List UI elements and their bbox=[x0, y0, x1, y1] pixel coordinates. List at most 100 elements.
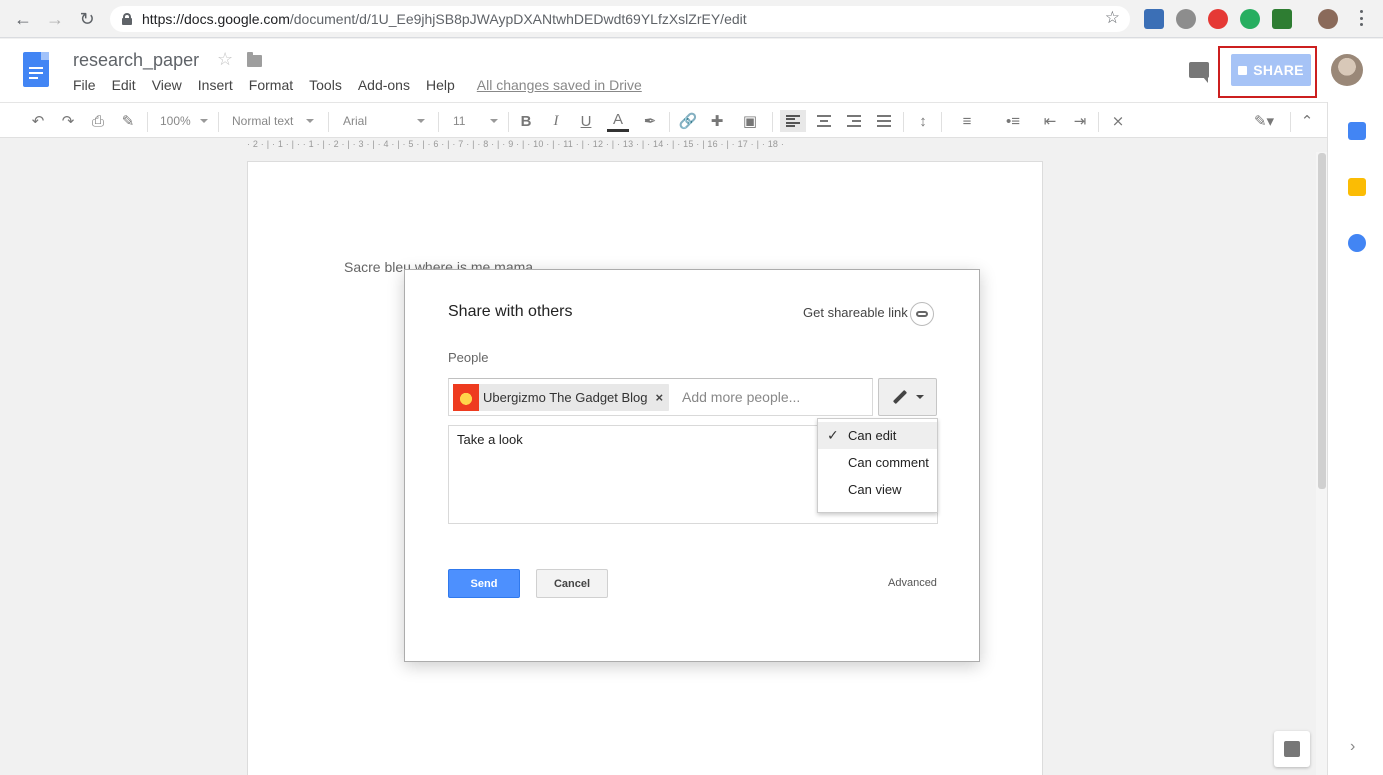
back-icon[interactable]: ← bbox=[12, 8, 34, 30]
url-host: https://docs.google.com bbox=[142, 11, 290, 27]
zoom-value: 100% bbox=[160, 114, 191, 128]
side-panel: › bbox=[1327, 102, 1383, 775]
undo-icon[interactable]: ↶ bbox=[28, 110, 48, 132]
align-right-button[interactable] bbox=[842, 110, 866, 132]
profile-avatar[interactable] bbox=[1318, 9, 1338, 29]
menu-bar: File Edit View Insert Format Tools Add-o… bbox=[73, 77, 658, 93]
bold-button[interactable]: B bbox=[516, 110, 536, 132]
italic-button[interactable]: I bbox=[546, 110, 566, 132]
print-icon[interactable]: ⎙ bbox=[88, 110, 108, 132]
check-icon: ✓ bbox=[827, 427, 839, 443]
increase-indent-icon[interactable]: ⇥ bbox=[1069, 110, 1091, 132]
menu-view[interactable]: View bbox=[152, 77, 182, 93]
send-button[interactable]: Send bbox=[448, 569, 520, 598]
people-label: People bbox=[448, 350, 489, 365]
explore-button[interactable] bbox=[1274, 731, 1310, 767]
tasks-icon[interactable] bbox=[1348, 234, 1366, 252]
clear-formatting-icon[interactable]: ⨯ bbox=[1107, 110, 1129, 132]
permission-can-view[interactable]: Can view bbox=[818, 476, 937, 503]
cancel-button[interactable]: Cancel bbox=[536, 569, 608, 598]
style-select[interactable]: Normal text bbox=[232, 111, 314, 131]
menu-edit[interactable]: Edit bbox=[112, 77, 136, 93]
menu-addons[interactable]: Add-ons bbox=[358, 77, 410, 93]
comments-icon[interactable] bbox=[1189, 62, 1209, 83]
redo-icon[interactable]: ↷ bbox=[58, 110, 78, 132]
numbered-list-icon[interactable]: ≡ bbox=[949, 110, 985, 132]
opera-extension-icon[interactable] bbox=[1208, 9, 1228, 29]
save-status[interactable]: All changes saved in Drive bbox=[477, 77, 642, 93]
link-icon[interactable] bbox=[910, 302, 934, 326]
toolbar-divider bbox=[328, 112, 329, 132]
justify-button[interactable] bbox=[872, 110, 896, 132]
people-input-field[interactable]: Ubergizmo The Gadget Blog × Add more peo… bbox=[448, 378, 873, 416]
keep-icon[interactable] bbox=[1348, 178, 1366, 196]
url-path: /document/d/1U_Ee9jhjSB8pJWAypDXANtwhDED… bbox=[289, 11, 747, 27]
browser-menu-icon[interactable] bbox=[1355, 8, 1367, 28]
font-size-select[interactable]: 11 bbox=[453, 111, 498, 131]
account-avatar[interactable] bbox=[1331, 54, 1363, 86]
chevron-down-icon bbox=[915, 395, 924, 399]
grammarly-extension-icon[interactable] bbox=[1240, 9, 1260, 29]
align-center-button[interactable] bbox=[812, 110, 836, 132]
line-spacing-icon[interactable]: ↕ bbox=[911, 110, 935, 132]
permission-menu: ✓ Can edit Can comment Can view bbox=[817, 418, 938, 513]
font-select[interactable]: Arial bbox=[343, 111, 425, 131]
menu-format[interactable]: Format bbox=[249, 77, 293, 93]
document-title[interactable]: research_paper bbox=[73, 50, 199, 71]
reload-icon[interactable]: ↻ bbox=[76, 8, 98, 30]
browser-toolbar: ← → ↻ https://docs.google.com/document/d… bbox=[0, 0, 1383, 38]
permission-dropdown-button[interactable] bbox=[878, 378, 937, 416]
calendar-icon[interactable] bbox=[1348, 122, 1366, 140]
highlight-color-icon[interactable]: ✒ bbox=[640, 110, 660, 132]
folder-icon[interactable] bbox=[247, 52, 262, 67]
decrease-indent-icon[interactable]: ⇤ bbox=[1039, 110, 1061, 132]
paint-format-icon[interactable]: ✎ bbox=[118, 110, 138, 132]
download-extension-icon[interactable] bbox=[1272, 9, 1292, 29]
remove-recipient-icon[interactable]: × bbox=[656, 390, 664, 405]
docs-header: research_paper ☆ File Edit View Insert F… bbox=[0, 39, 1383, 102]
recipient-name: Ubergizmo The Gadget Blog bbox=[483, 390, 648, 405]
address-bar[interactable]: https://docs.google.com/document/d/1U_Ee… bbox=[110, 6, 1130, 32]
bulleted-list-icon[interactable]: •≡ bbox=[995, 110, 1031, 132]
underline-button[interactable]: U bbox=[576, 110, 596, 132]
zoom-select[interactable]: 100% bbox=[160, 111, 208, 131]
scrollbar-thumb[interactable] bbox=[1318, 153, 1326, 489]
lock-icon bbox=[1238, 65, 1248, 75]
star-icon[interactable]: ☆ bbox=[217, 49, 233, 70]
permission-can-edit[interactable]: ✓ Can edit bbox=[818, 422, 937, 449]
permission-can-comment[interactable]: Can comment bbox=[818, 449, 937, 476]
menu-file[interactable]: File bbox=[73, 77, 96, 93]
toolbar-divider bbox=[772, 112, 773, 132]
menu-help[interactable]: Help bbox=[426, 77, 455, 93]
menu-insert[interactable]: Insert bbox=[198, 77, 233, 93]
editing-mode-icon[interactable]: ✎▾ bbox=[1246, 110, 1282, 132]
collapse-menu-icon[interactable]: ⌃ bbox=[1296, 110, 1318, 132]
insert-link-icon[interactable]: 🔗 bbox=[677, 110, 699, 132]
expand-panel-icon[interactable]: › bbox=[1350, 738, 1355, 756]
extension-icon[interactable] bbox=[1176, 9, 1196, 29]
shareable-link[interactable]: Get shareable link bbox=[803, 305, 908, 320]
share-label: SHARE bbox=[1253, 62, 1304, 78]
toolbar-divider bbox=[218, 112, 219, 132]
recipient-chip[interactable]: Ubergizmo The Gadget Blog × bbox=[453, 384, 670, 411]
bookmark-star-icon[interactable]: ☆ bbox=[1105, 8, 1120, 28]
toolbar-divider bbox=[903, 112, 904, 132]
menu-tools[interactable]: Tools bbox=[309, 77, 342, 93]
toolbar-divider bbox=[1098, 112, 1099, 132]
text-color-button[interactable]: A bbox=[607, 110, 629, 132]
insert-comment-icon[interactable]: ✚ bbox=[707, 110, 727, 132]
advanced-link[interactable]: Advanced bbox=[888, 577, 937, 589]
share-button[interactable]: SHARE bbox=[1231, 54, 1311, 86]
toolbar-divider bbox=[669, 112, 670, 132]
forward-icon[interactable]: → bbox=[44, 8, 66, 30]
insert-image-icon[interactable]: ▣ bbox=[736, 110, 764, 132]
lock-icon bbox=[122, 13, 132, 25]
extension-icon[interactable] bbox=[1144, 9, 1164, 29]
ruler[interactable]: · 2 · | · 1 · | · · 1 · | · 2 · | · 3 · … bbox=[247, 139, 1043, 152]
add-people-placeholder[interactable]: Add more people... bbox=[682, 389, 800, 405]
toolbar-divider bbox=[147, 112, 148, 132]
permission-label: Can view bbox=[848, 482, 902, 497]
docs-logo-icon[interactable] bbox=[23, 52, 49, 87]
align-left-button[interactable] bbox=[780, 110, 806, 132]
editing-toolbar: ↶ ↷ ⎙ ✎ 100% Normal text Arial 11 B I U … bbox=[0, 102, 1327, 138]
